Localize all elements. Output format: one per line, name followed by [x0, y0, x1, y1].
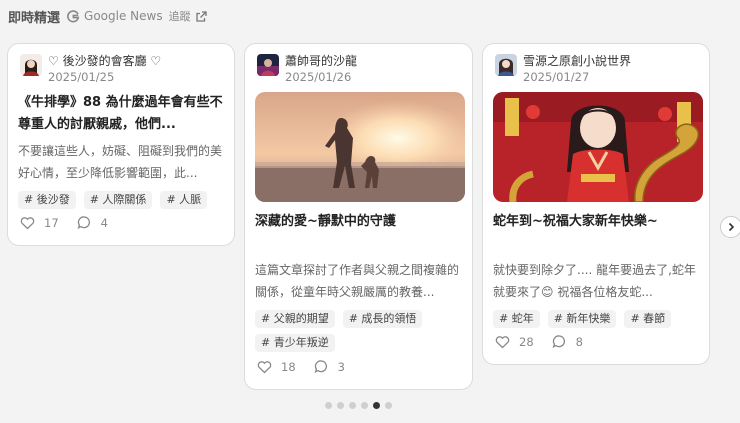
section-title: 即時精選 — [8, 10, 61, 26]
post-title[interactable]: 深藏的愛~靜默中的守護 — [255, 211, 462, 233]
comment-button[interactable]: 4 — [77, 215, 108, 230]
author-avatar[interactable] — [20, 54, 42, 76]
tag[interactable]: # 人際關係 — [83, 191, 153, 209]
author-row[interactable]: 蕭帥哥的沙龍 2025/01/26 — [257, 54, 357, 85]
post-date: 2025/01/25 — [48, 70, 115, 84]
post-date: 2025/01/27 — [523, 70, 590, 84]
google-news-label: Google News — [84, 9, 163, 23]
google-news-follow-link[interactable]: Google News 追蹤 — [66, 8, 208, 24]
carousel-next-button[interactable] — [720, 216, 740, 238]
post-stats: 28 8 — [495, 334, 601, 349]
tag[interactable]: # 新年快樂 — [547, 310, 617, 328]
section-header: 即時精選 Google News 追蹤 — [8, 6, 208, 26]
like-button[interactable]: 17 — [20, 216, 59, 230]
tag[interactable]: # 後沙發 — [18, 191, 76, 209]
carousel-dot[interactable] — [349, 402, 356, 409]
post-stats: 18 3 — [257, 359, 363, 374]
post-date: 2025/01/26 — [285, 70, 352, 84]
post-title[interactable]: 《牛排學》88 為什麼過年會有些不尊重人的討厭親戚，他們... — [18, 92, 224, 136]
heart-icon — [20, 216, 35, 230]
comment-button[interactable]: 8 — [552, 334, 583, 349]
author-name[interactable]: 蕭帥哥的沙龍 — [285, 54, 357, 69]
comment-icon — [77, 215, 92, 230]
heart-icon — [257, 360, 272, 374]
google-news-icon — [66, 9, 80, 23]
like-count: 17 — [44, 215, 59, 230]
carousel-dot[interactable] — [385, 402, 392, 409]
comment-count: 3 — [337, 359, 345, 374]
author-row[interactable]: ♡ 後沙發的會客廳 ♡ 2025/01/25 — [20, 54, 161, 85]
tag[interactable]: # 蛇年 — [493, 310, 540, 328]
chevron-right-icon — [726, 222, 736, 232]
post-excerpt: 不要讓這些人，妨礙、阻礙到我們的美好心情，至少降低影響範圍，此... — [18, 144, 222, 180]
tag-list: # 父親的期望 # 成長的領悟 # 青少年叛逆 — [255, 310, 464, 352]
post-card[interactable]: 蕭帥哥的沙龍 2025/01/26 深藏的愛~靜默中的守護 這篇文章探討了作者與… — [244, 43, 473, 390]
tag[interactable]: # 青少年叛逆 — [255, 334, 335, 352]
post-excerpt: 這篇文章探討了作者與父親之間複雜的關係，從童年時父親嚴厲的教養... — [255, 263, 460, 299]
like-count: 18 — [281, 359, 296, 374]
tag[interactable]: # 父親的期望 — [255, 310, 335, 328]
author-avatar[interactable] — [257, 54, 279, 76]
tag[interactable]: # 成長的領悟 — [342, 310, 423, 328]
carousel-dot[interactable] — [337, 402, 344, 409]
tag[interactable]: # 春節 — [624, 310, 672, 328]
comment-icon — [314, 359, 329, 374]
comment-count: 4 — [100, 215, 108, 230]
like-button[interactable]: 28 — [495, 335, 534, 349]
tag-list: # 後沙發 # 人際關係 # 人脈 — [18, 191, 226, 209]
comment-icon — [552, 334, 567, 349]
carousel-pagination — [325, 402, 392, 409]
tag-list: # 蛇年 # 新年快樂 # 春節 — [493, 310, 701, 328]
post-thumbnail[interactable] — [255, 92, 465, 202]
author-name[interactable]: ♡ 後沙發的會客廳 ♡ — [48, 54, 161, 69]
like-count: 28 — [519, 334, 534, 349]
author-row[interactable]: 雪源之原創小說世界 2025/01/27 — [495, 54, 631, 85]
heart-icon — [495, 335, 510, 349]
follow-label: 追蹤 — [168, 10, 191, 23]
post-card[interactable]: 雪源之原創小說世界 2025/01/27 蛇年到~祝福大家新年快樂~ 就快要到除… — [482, 43, 710, 365]
post-title[interactable]: 蛇年到~祝福大家新年快樂~ — [493, 211, 699, 233]
post-thumbnail[interactable] — [493, 92, 703, 202]
comment-count: 8 — [575, 334, 583, 349]
external-link-icon — [195, 10, 208, 23]
comment-button[interactable]: 3 — [314, 359, 345, 374]
carousel-dot-active[interactable] — [373, 402, 380, 409]
like-button[interactable]: 18 — [257, 360, 296, 374]
post-card[interactable]: ♡ 後沙發的會客廳 ♡ 2025/01/25 《牛排學》88 為什麼過年會有些不… — [7, 43, 235, 246]
post-excerpt: 就快要到除夕了.... 龍年要過去了,蛇年就要來了😊 祝福各位格友蛇... — [493, 263, 696, 299]
carousel-dot[interactable] — [361, 402, 368, 409]
tag[interactable]: # 人脈 — [160, 191, 208, 209]
author-name[interactable]: 雪源之原創小說世界 — [523, 54, 631, 69]
post-stats: 17 4 — [20, 215, 126, 230]
carousel-dot[interactable] — [325, 402, 332, 409]
author-avatar[interactable] — [495, 54, 517, 76]
